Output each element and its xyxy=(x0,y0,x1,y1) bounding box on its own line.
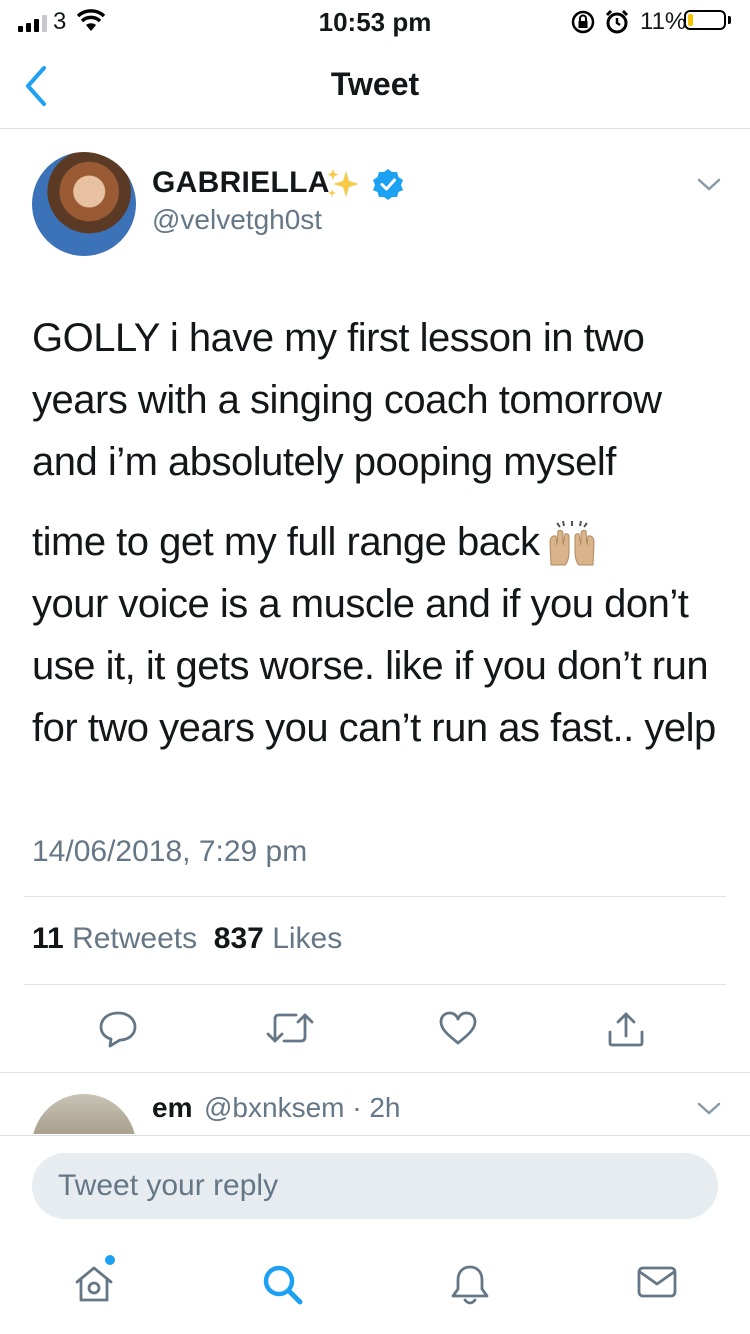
retweet-icon[interactable] xyxy=(266,1010,314,1046)
tweet-stats: 11 Retweets 837 Likes xyxy=(32,922,342,956)
tweet-paragraph: GOLLY i have my first lesson in two year… xyxy=(32,316,662,484)
tweet-timestamp: 14/06/2018, 7:29 pm xyxy=(32,835,308,868)
sparkles-emoji-icon xyxy=(327,169,359,197)
author-name[interactable]: GABRIELLA xyxy=(152,166,330,200)
status-time: 10:53 pm xyxy=(318,7,432,37)
battery-icon xyxy=(684,10,726,30)
likes-label[interactable]: Likes xyxy=(272,922,342,955)
chevron-down-icon[interactable] xyxy=(696,1100,722,1118)
retweets-count[interactable]: 11 xyxy=(32,922,64,955)
messages-icon[interactable] xyxy=(636,1262,678,1302)
share-icon[interactable] xyxy=(606,1010,646,1048)
reply-input[interactable] xyxy=(32,1153,718,1219)
raising-hands-emoji-icon xyxy=(549,521,595,566)
likes-count[interactable]: 837 xyxy=(214,922,264,955)
tweet-paragraph: time to get my full range back your voic… xyxy=(32,511,732,759)
reply-author-name[interactable]: em xyxy=(152,1092,192,1124)
tweet-line: your voice is a muscle and if you don’t … xyxy=(32,582,716,750)
divider xyxy=(24,896,726,897)
alarm-icon xyxy=(605,9,629,34)
like-icon[interactable] xyxy=(438,1010,478,1046)
battery-cap xyxy=(728,16,731,24)
status-bar: 3 10:53 pm 11% xyxy=(0,0,750,44)
battery-percent: 11% xyxy=(640,8,687,35)
reply-icon[interactable] xyxy=(98,1010,138,1048)
reply-author-handle-time[interactable]: @bxnksem · 2h xyxy=(204,1092,401,1124)
divider xyxy=(24,984,726,985)
divider xyxy=(0,1072,750,1073)
reply-author-avatar[interactable] xyxy=(32,1094,136,1134)
verified-badge-icon xyxy=(373,169,403,200)
author-handle[interactable]: @velvetgh0st xyxy=(152,204,322,236)
page-title: Tweet xyxy=(330,66,420,102)
author-avatar[interactable] xyxy=(32,152,136,256)
chevron-down-icon[interactable] xyxy=(696,176,722,194)
nav-bar: Tweet xyxy=(0,44,750,129)
rotation-lock-icon xyxy=(571,10,595,34)
notifications-icon[interactable] xyxy=(448,1262,492,1308)
tweet-text: GOLLY i have my first lesson in two year… xyxy=(32,307,732,759)
retweets-label[interactable]: Retweets xyxy=(72,922,197,955)
home-icon[interactable] xyxy=(72,1262,116,1306)
tweet-line: time to get my full range back xyxy=(32,520,540,564)
search-icon[interactable] xyxy=(260,1262,306,1308)
